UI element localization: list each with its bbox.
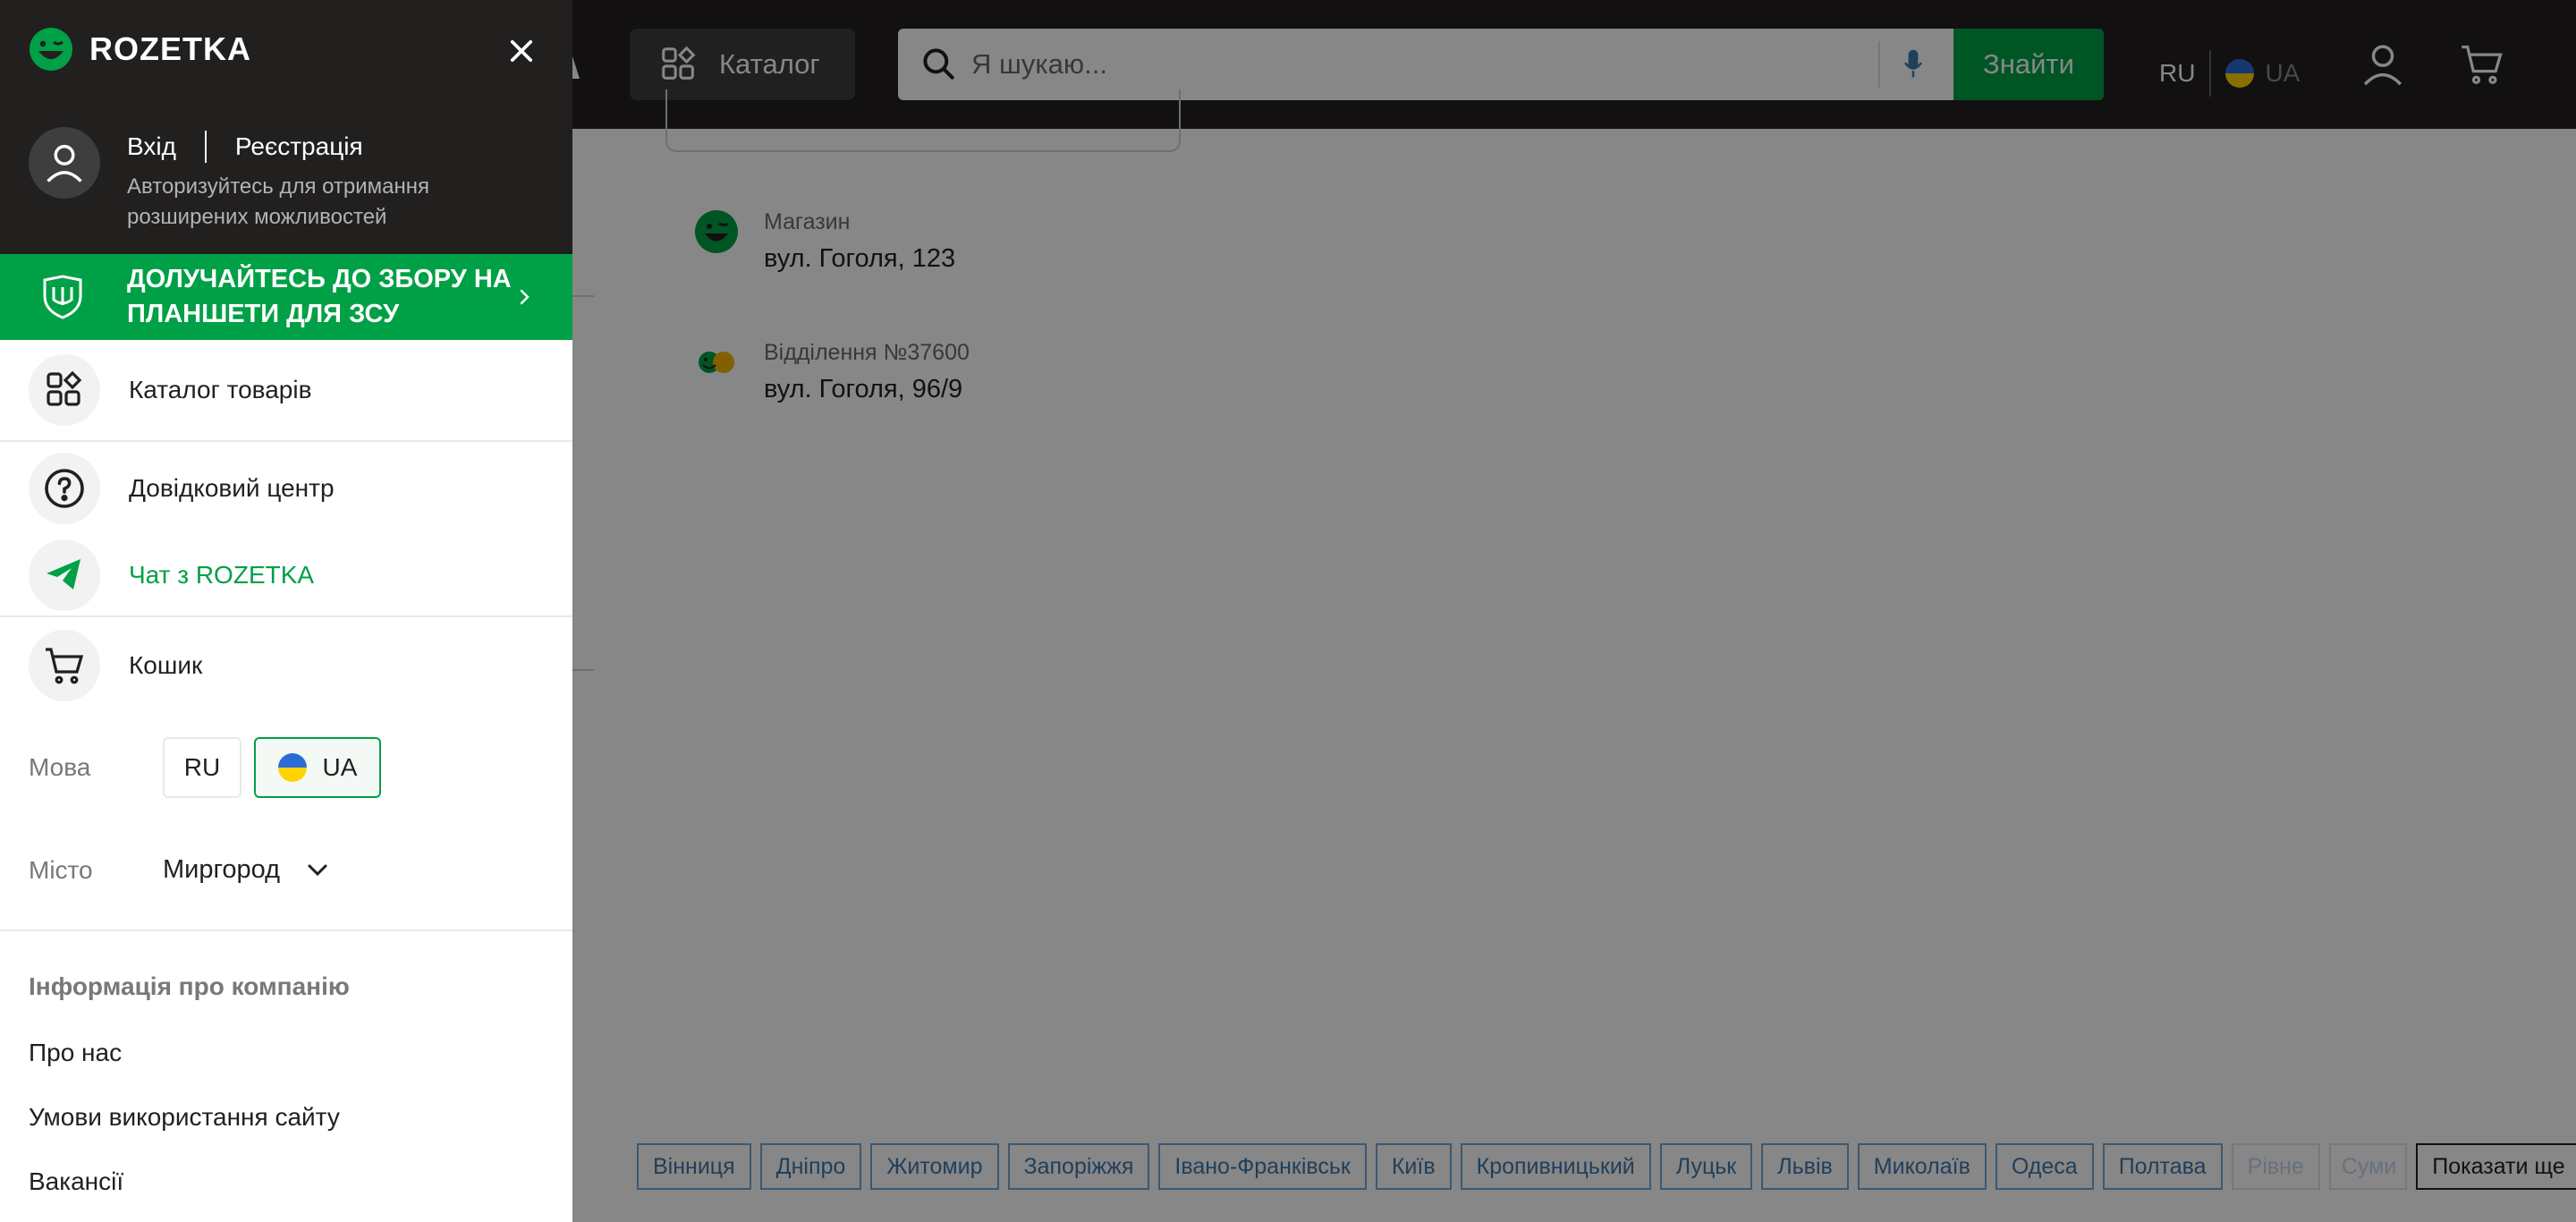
catalog-icon — [29, 354, 100, 426]
about-us-link[interactable]: Про нас — [0, 1039, 572, 1067]
avatar[interactable] — [29, 127, 100, 199]
lang-ua-option[interactable]: UA — [254, 737, 381, 798]
language-row: Мова RU UA — [0, 737, 572, 798]
user-icon — [47, 144, 82, 182]
telegram-icon — [29, 539, 100, 611]
lang-ua-label: UA — [322, 753, 358, 781]
drawer-divider — [0, 929, 572, 931]
rozetka-logo-icon — [30, 28, 72, 71]
menu-item-label: Чат з ROZETKA — [129, 561, 315, 589]
shield-icon — [43, 275, 82, 319]
menu-item-label: Каталог товарів — [129, 376, 312, 403]
help-icon — [29, 453, 100, 524]
drawer-header: ROZETKA Вхід Реєстрація Авторизуйтесь дл… — [0, 0, 572, 254]
cart-icon — [29, 630, 100, 701]
auth-divider — [204, 131, 207, 163]
terms-of-use-link[interactable]: Умови використання сайту — [0, 1103, 572, 1132]
drawer-logo[interactable]: ROZETKA — [29, 27, 251, 72]
city-selector[interactable]: Миргород — [163, 855, 328, 885]
side-menu-drawer: ROZETKA Вхід Реєстрація Авторизуйтесь дл… — [0, 0, 572, 1222]
fundraising-banner-text: ДОЛУЧАЙТЕСЬ ДО ЗБОРУ НА ПЛАНШЕТИ ДЛЯ ЗСУ — [127, 265, 512, 328]
chevron-down-icon — [308, 864, 327, 876]
language-label: Мова — [29, 753, 91, 781]
menu-item-catalog[interactable]: Каталог товарів — [0, 340, 572, 442]
city-label: Місто — [29, 855, 93, 884]
menu-item-cart[interactable]: Кошик — [0, 617, 572, 714]
fundraising-banner[interactable]: ДОЛУЧАЙТЕСЬ ДО ЗБОРУ НА ПЛАНШЕТИ ДЛЯ ЗСУ — [0, 254, 572, 340]
city-value: Миргород — [163, 855, 281, 884]
city-row: Місто Миргород — [0, 855, 572, 885]
close-icon[interactable] — [506, 36, 537, 66]
register-link[interactable]: Реєстрація — [235, 132, 363, 161]
menu-item-chat[interactable]: Чат з ROZETKA — [0, 535, 572, 617]
vacancies-link[interactable]: Вакансії — [0, 1167, 572, 1196]
ukraine-flag-icon — [277, 753, 307, 782]
auth-hint: Авторизуйтесь для отримання розширених м… — [127, 174, 430, 229]
brand-name: ROZETKA — [89, 30, 251, 67]
login-link[interactable]: Вхід — [127, 132, 176, 161]
chevron-right-icon — [520, 289, 530, 305]
menu-item-help-center[interactable]: Довідковий центр — [0, 442, 572, 535]
company-info-title: Інформація про компанію — [29, 972, 350, 1000]
auth-block: Вхід Реєстрація Авторизуйтесь для отрима… — [29, 127, 485, 233]
menu-item-label: Кошик — [129, 651, 203, 679]
menu-item-label: Довідковий центр — [129, 474, 335, 502]
lang-ru-option[interactable]: RU — [163, 737, 242, 798]
